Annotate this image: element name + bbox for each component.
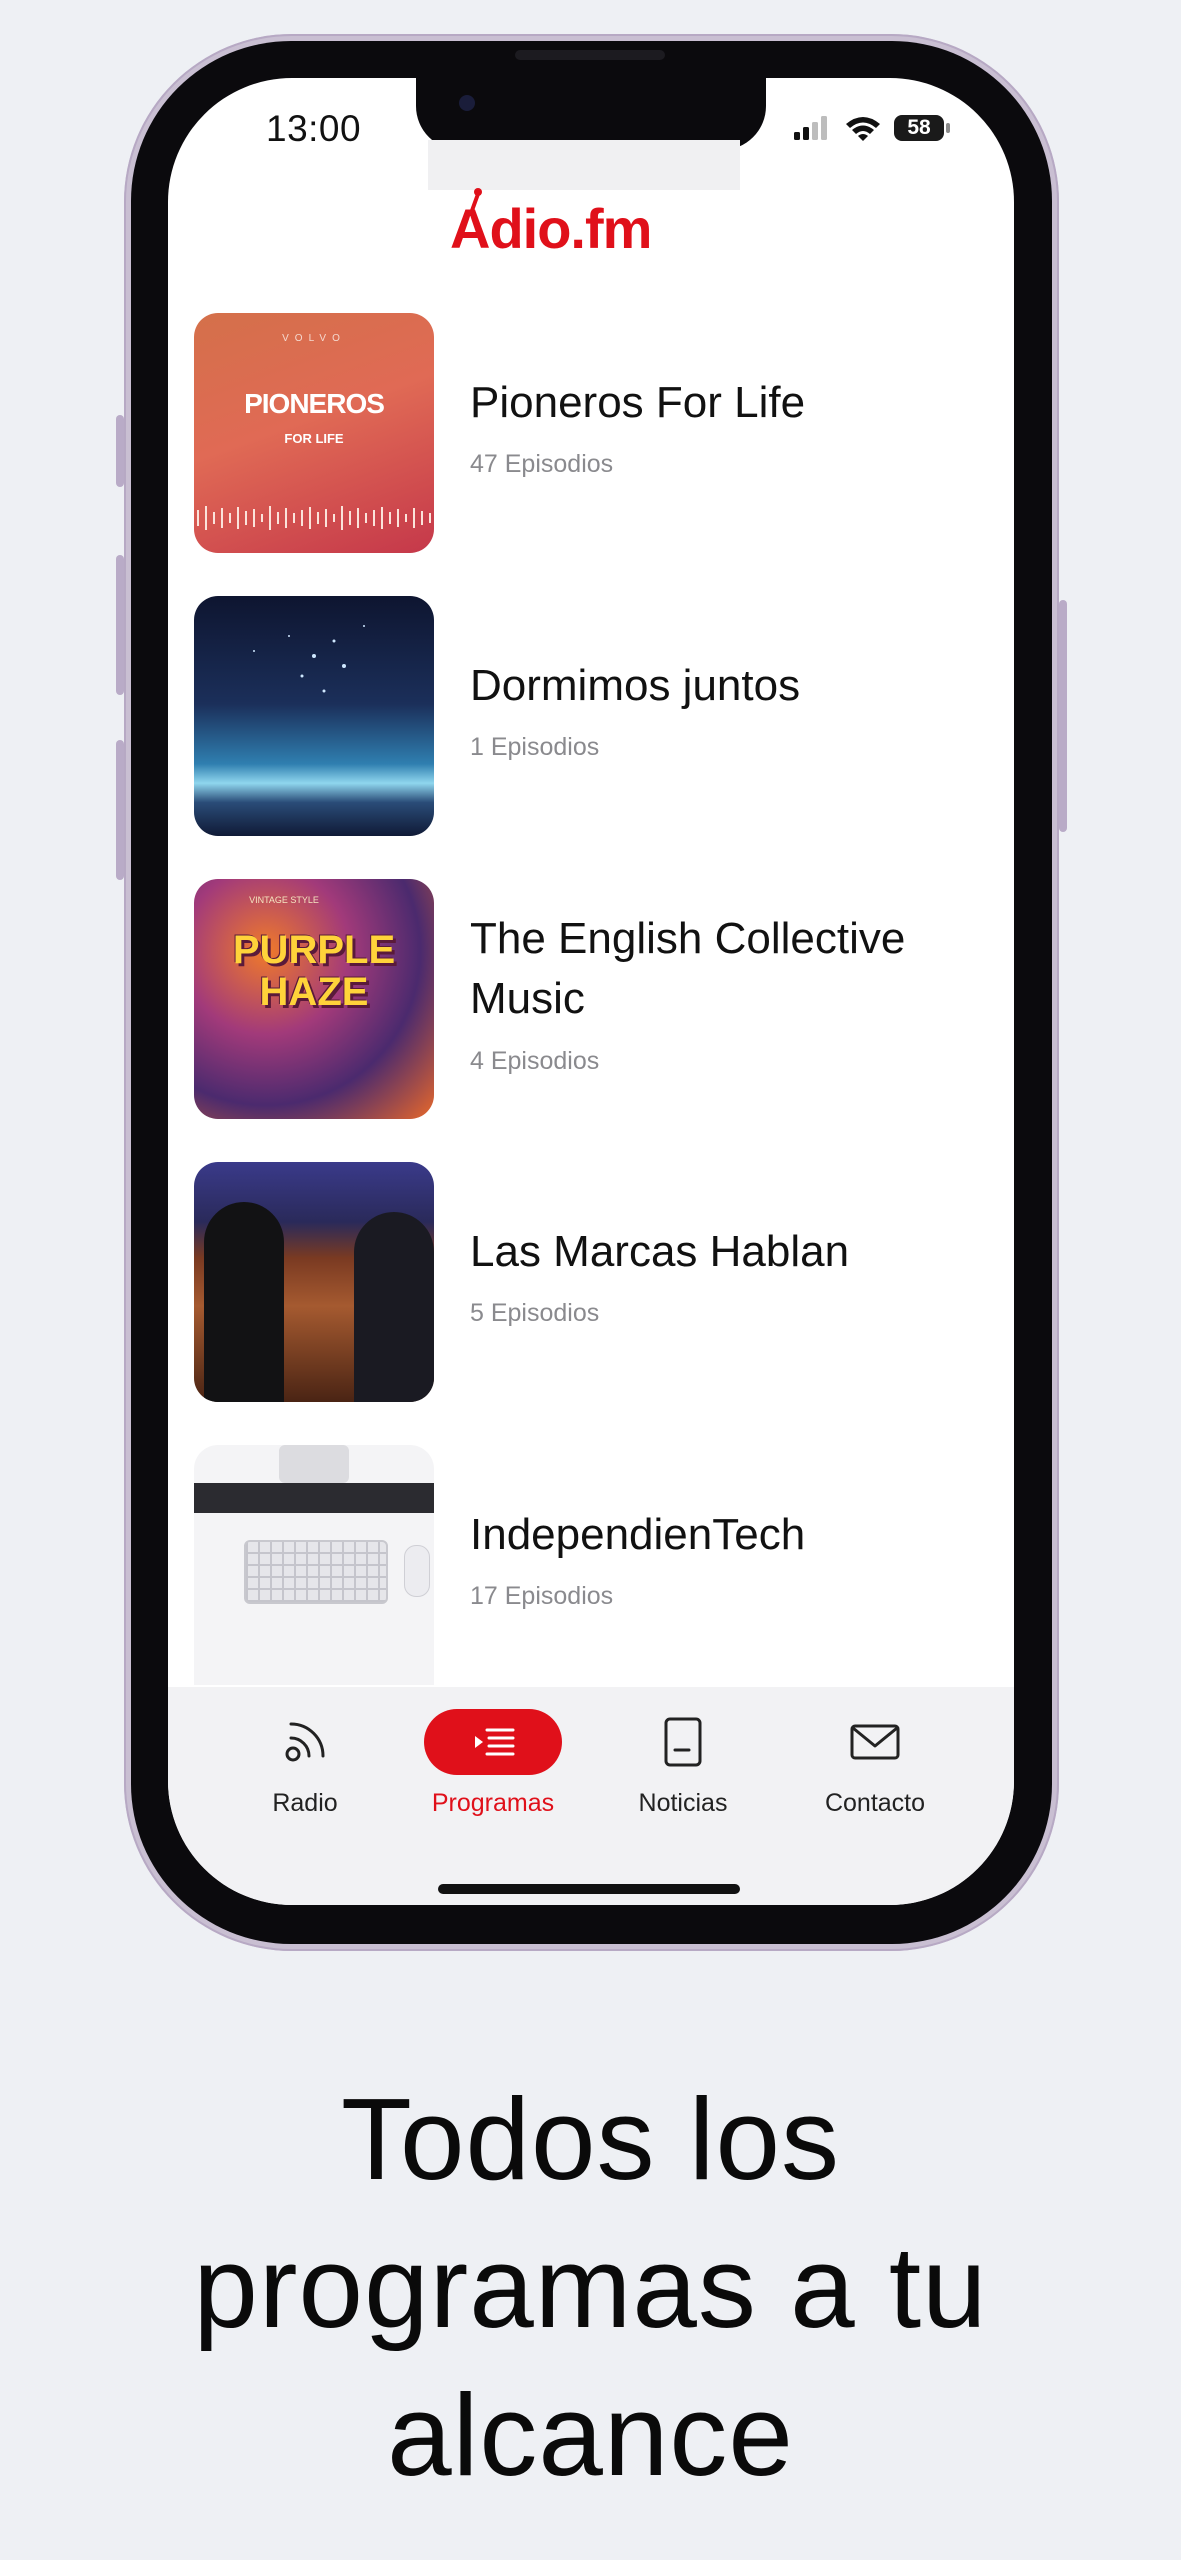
antenna-icon [468, 188, 482, 217]
monitor-graphic [194, 1483, 434, 1513]
phone-screen: 13:00 58 Adio.fm VOLVO PIONEROS FOR LIFE… [168, 78, 1014, 1905]
battery-indicator: 58 [894, 115, 950, 141]
episode-count: 47 Episodios [470, 450, 614, 478]
program-title: IndependienTech [470, 1510, 806, 1559]
list-item[interactable]: IndependienTech 17 Episodios [194, 1445, 994, 1728]
list-item[interactable]: Las Marcas Hablan 5 Episodios [194, 1162, 994, 1445]
cover-pioneros: VOLVO PIONEROS FOR LIFE [194, 313, 434, 553]
cover-brand-text: VOLVO [282, 333, 346, 344]
person-left-graphic [204, 1202, 284, 1402]
status-icons: 58 [792, 114, 950, 142]
cover-las-marcas [194, 1162, 434, 1402]
mouse-graphic [404, 1545, 430, 1597]
status-time: 13:00 [266, 108, 362, 149]
power-button [1059, 600, 1067, 832]
episode-count: 17 Episodios [470, 1582, 614, 1610]
cover-subtitle-text: FOR LIFE [284, 431, 344, 446]
tab-programas[interactable]: Programas [398, 1687, 588, 1827]
program-title: Dormimos juntos [470, 661, 801, 710]
list-play-icon [475, 1728, 515, 1756]
home-indicator[interactable] [438, 1884, 740, 1894]
mail-icon [850, 1724, 900, 1760]
tab-contacto[interactable]: Contacto [780, 1687, 970, 1827]
tab-label-radio: Radio [272, 1789, 338, 1817]
cover-independientech [194, 1445, 434, 1685]
program-title: Pioneros For Life [470, 378, 806, 427]
document-icon [664, 1717, 702, 1767]
list-item[interactable]: Dormimos juntos 1 Episodios [194, 596, 994, 879]
cover-dormimos [194, 596, 434, 836]
program-title: The English Collective Music [470, 914, 906, 1023]
radio-waves-icon [285, 1722, 325, 1762]
header-strip [428, 140, 740, 190]
cellular-signal-icon [794, 116, 827, 140]
tab-radio[interactable]: Radio [210, 1687, 400, 1827]
program-title: Las Marcas Hablan [470, 1227, 850, 1276]
volume-down-button [116, 740, 124, 880]
stars-graphic [253, 625, 365, 693]
keyboard-graphic [244, 1540, 388, 1604]
tab-noticias[interactable]: Noticias [588, 1687, 778, 1827]
episode-count: 1 Episodios [470, 733, 600, 761]
tab-label-noticias: Noticias [638, 1789, 728, 1817]
cover-purple-haze: VINTAGE STYLE PURPLE HAZE [194, 879, 434, 1119]
program-list: VOLVO PIONEROS FOR LIFE Pioneros For Lif… [194, 313, 994, 1728]
list-item[interactable]: VOLVO PIONEROS FOR LIFE Pioneros For Lif… [194, 313, 994, 596]
app-logo: Adio.fm [450, 188, 652, 276]
episode-count: 4 Episodios [470, 1047, 600, 1075]
tab-bar: Radio Programas Noticias Contacto [168, 1687, 1014, 1905]
earpiece-speaker [515, 50, 665, 60]
volume-up-button [116, 555, 124, 695]
list-item[interactable]: VINTAGE STYLE PURPLE HAZE The English Co… [194, 879, 994, 1162]
episode-count: 5 Episodios [470, 1299, 600, 1327]
waveform-graphic [197, 506, 431, 530]
person-right-graphic [354, 1212, 434, 1402]
cover-title-text: PIONEROS [244, 388, 385, 419]
mute-switch [116, 415, 124, 487]
marketing-headline: Todos los programas a tu alcance [193, 2074, 988, 2500]
wifi-icon [846, 117, 880, 141]
monitor-stand-graphic [279, 1445, 349, 1483]
cover-title-text: PURPLE HAZE [232, 928, 396, 1014]
active-tab-pill [424, 1709, 562, 1775]
front-camera [459, 95, 475, 111]
tab-label-programas: Programas [431, 1789, 555, 1817]
tab-label-contacto: Contacto [824, 1789, 926, 1817]
cover-subtitle-text: VINTAGE STYLE [249, 895, 319, 905]
